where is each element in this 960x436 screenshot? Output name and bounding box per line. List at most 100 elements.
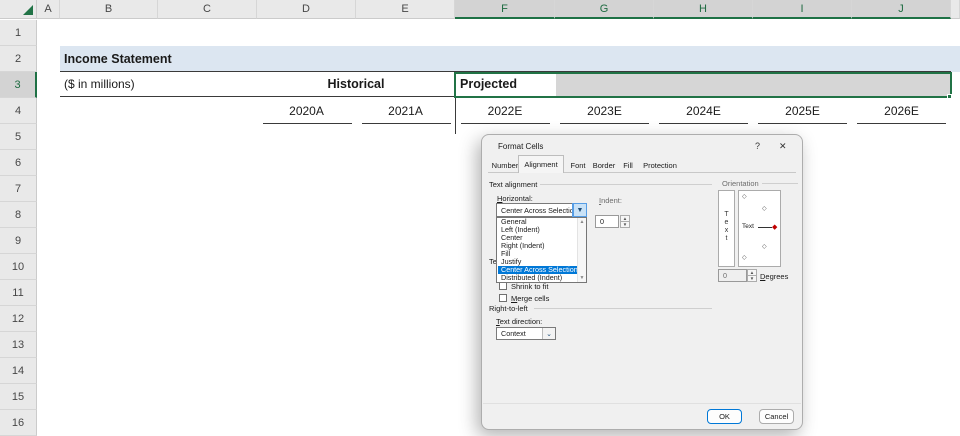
historical-label-cell[interactable]: Historical <box>257 72 455 96</box>
cancel-button[interactable]: Cancel <box>759 409 794 424</box>
year-cell-2022e[interactable]: 2022E <box>455 98 555 124</box>
indent-label: Indent: <box>599 196 622 205</box>
column-header-h[interactable]: H <box>654 0 753 19</box>
row-header-6[interactable]: 6 <box>0 150 37 176</box>
row-header-1[interactable]: 1 <box>0 20 37 46</box>
ok-button[interactable]: OK <box>707 409 742 424</box>
scroll-up-icon[interactable]: ▲ <box>578 219 586 225</box>
year-cell-2026e[interactable]: 2026E <box>852 98 951 124</box>
row-header-11[interactable]: 11 <box>0 280 37 306</box>
horizontal-combobox[interactable]: Center Across Selection ▼ <box>496 203 587 217</box>
vertical-text-box[interactable]: T e x t <box>718 190 735 267</box>
row-header-9[interactable]: 9 <box>0 228 37 254</box>
year-cell-2024e[interactable]: 2024E <box>654 98 753 124</box>
year-cell-2021a[interactable]: 2021A <box>356 98 455 124</box>
year-cell-2025e[interactable]: 2025E <box>753 98 852 124</box>
vertical-letter: T <box>719 211 734 219</box>
column-header-c[interactable]: C <box>158 0 257 19</box>
row-header-10[interactable]: 10 <box>0 254 37 280</box>
border-bottom-row3-left <box>60 96 455 97</box>
shrink-to-fit-label: Shrink to fit <box>511 282 549 291</box>
selection-border <box>454 72 952 98</box>
option-right-indent[interactable]: Right (Indent) <box>498 242 578 250</box>
row-header-13[interactable]: 13 <box>0 332 37 358</box>
year-cell-2020a[interactable]: 2020A <box>257 98 356 124</box>
tab-border[interactable]: Border <box>589 158 619 172</box>
group-divider <box>540 184 712 185</box>
option-center-across-selection[interactable]: Center Across Selection <box>498 266 578 274</box>
spinner-down-icon[interactable]: ▼ <box>621 222 629 227</box>
tab-fill[interactable]: Fill <box>620 158 636 172</box>
dialog-title: Format Cells <box>498 142 543 151</box>
chevron-down-icon[interactable]: ▼ <box>573 204 586 216</box>
indent-stepper[interactable]: ▲▼ <box>620 215 630 228</box>
year-cell-2023e[interactable]: 2023E <box>555 98 654 124</box>
orientation-needle-label: Text <box>742 223 754 230</box>
text-direction-combobox[interactable]: Context ⌄ <box>496 327 556 340</box>
angle-handle-icon[interactable]: ◆ <box>772 223 777 231</box>
horizontal-dropdown-list: General Left (Indent) Center Right (Inde… <box>496 217 587 283</box>
degrees-label: Degrees <box>760 272 788 281</box>
option-justify[interactable]: Justify <box>498 258 578 266</box>
column-header-e[interactable]: E <box>356 0 455 19</box>
year-underline <box>263 123 352 124</box>
merge-cells-checkbox[interactable] <box>499 294 507 302</box>
row-header-2[interactable]: 2 <box>0 46 37 72</box>
group-right-to-left: Right-to-left <box>489 304 528 313</box>
column-header-f[interactable]: F <box>455 0 555 19</box>
close-icon[interactable]: ✕ <box>779 141 787 152</box>
row-header-15[interactable]: 15 <box>0 384 37 410</box>
column-header-a[interactable]: A <box>37 0 60 19</box>
list-scrollbar[interactable]: ▲ ▼ <box>577 218 586 282</box>
column-header-d[interactable]: D <box>257 0 356 19</box>
horizontal-combobox-value: Center Across Selection <box>497 206 573 215</box>
row-header-5[interactable]: 5 <box>0 124 37 150</box>
degrees-stepper[interactable]: ▲▼ <box>747 269 757 282</box>
tab-alignment[interactable]: Alignment <box>518 155 564 173</box>
help-icon[interactable]: ? <box>755 141 760 151</box>
vertical-letter: t <box>719 235 734 243</box>
column-header-g[interactable]: G <box>555 0 654 19</box>
year-underline <box>461 123 550 124</box>
select-all-corner[interactable] <box>0 0 37 19</box>
orientation-angle-control[interactable]: ◇ ◇ Text ◆ ◇ ◇ <box>738 190 781 267</box>
indent-spinbox[interactable]: 0 <box>595 215 619 228</box>
year-underline <box>857 123 946 124</box>
row-header-4[interactable]: 4 <box>0 98 37 124</box>
text-direction-label: Text direction: <box>496 317 542 326</box>
option-fill[interactable]: Fill <box>498 250 578 258</box>
tab-protection[interactable]: Protection <box>639 158 681 172</box>
group-divider <box>762 183 798 184</box>
row-header-8[interactable]: 8 <box>0 202 37 228</box>
shrink-to-fit-checkbox[interactable] <box>499 282 507 290</box>
spinner-down-icon[interactable]: ▼ <box>748 276 756 281</box>
year-underline <box>560 123 649 124</box>
option-general[interactable]: General <box>498 218 578 226</box>
row-header-12[interactable]: 12 <box>0 306 37 332</box>
scroll-down-icon[interactable]: ▼ <box>578 275 586 281</box>
column-header-i[interactable]: I <box>753 0 852 19</box>
title-band[interactable] <box>60 46 960 72</box>
subtitle-cell[interactable]: ($ in millions) <box>64 72 135 96</box>
row-header-16[interactable]: 16 <box>0 410 37 436</box>
row-header-7[interactable]: 7 <box>0 176 37 202</box>
degrees-spinbox[interactable]: 0 <box>718 269 747 282</box>
row-header-14[interactable]: 14 <box>0 358 37 384</box>
option-left-indent[interactable]: Left (Indent) <box>498 226 578 234</box>
row-header-3[interactable]: 3 <box>0 72 37 98</box>
merge-cells-label: Merge cells <box>511 294 549 303</box>
option-center[interactable]: Center <box>498 234 578 242</box>
option-distributed-indent[interactable]: Distributed (Indent) <box>498 274 578 282</box>
column-header-j[interactable]: J <box>852 0 951 19</box>
group-orientation: Orientation <box>722 179 759 188</box>
angle-marker-icon: ◇ <box>742 254 747 261</box>
tab-number[interactable]: Number <box>490 158 520 172</box>
column-header-k-partial[interactable] <box>951 0 960 19</box>
income-statement-title[interactable]: Income Statement <box>64 46 172 72</box>
text-direction-value: Context <box>497 329 542 338</box>
chevron-down-icon[interactable]: ⌄ <box>542 328 555 339</box>
angle-marker-icon: ◇ <box>762 243 767 250</box>
year-underline <box>758 123 847 124</box>
column-header-b[interactable]: B <box>60 0 158 19</box>
tab-font[interactable]: Font <box>567 158 589 172</box>
